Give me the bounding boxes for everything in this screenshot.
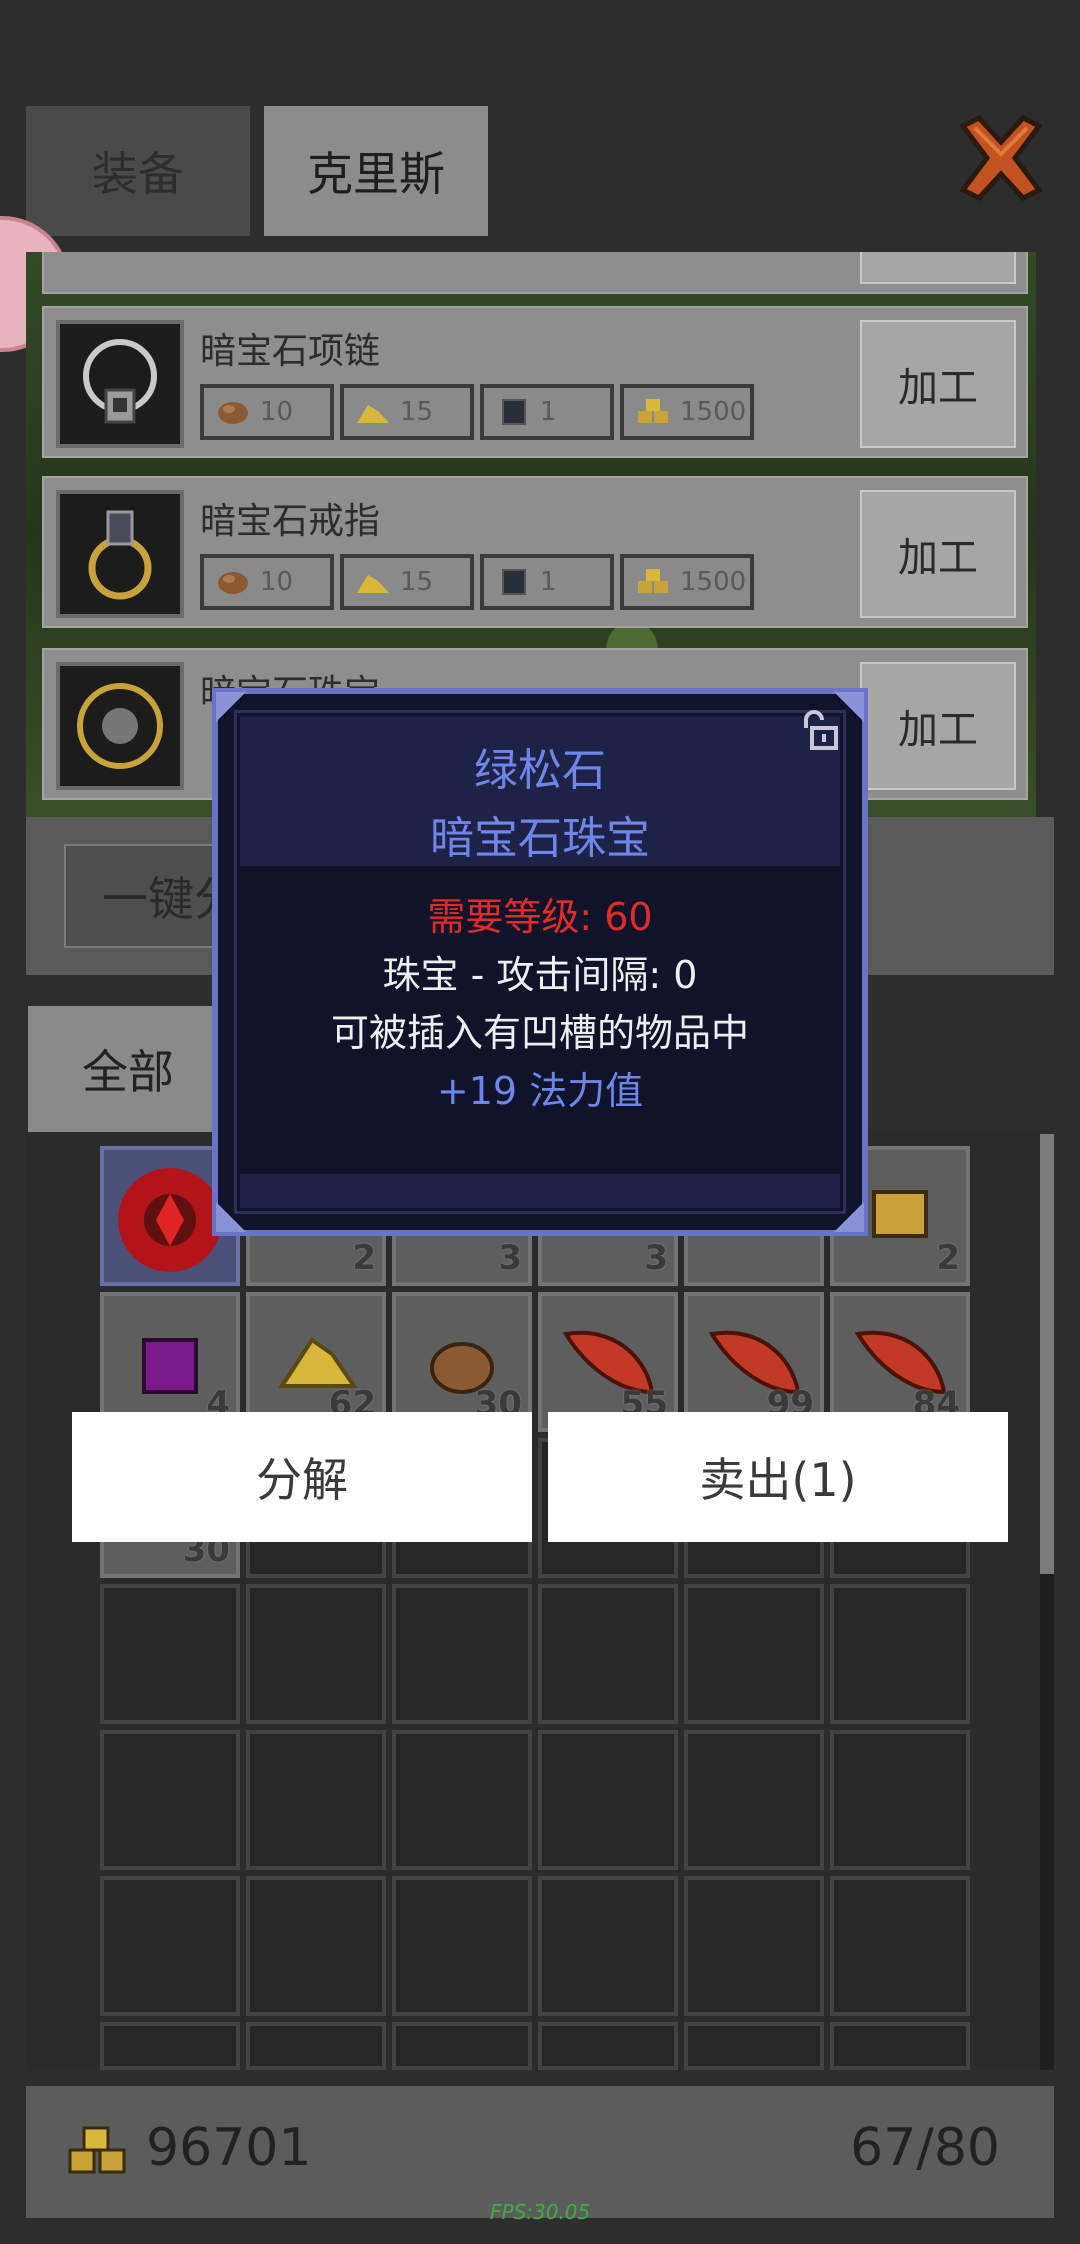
level-requirement: 需要等级: 60: [427, 895, 653, 939]
corner-ornament-icon: [216, 1202, 246, 1232]
sell-button[interactable]: 卖出(1): [548, 1412, 1008, 1542]
close-x-icon[interactable]: [955, 112, 1047, 204]
tab-chris[interactable]: 克里斯: [264, 106, 488, 236]
inventory-slot[interactable]: 55: [538, 1292, 678, 1432]
dark-gem-icon: [502, 399, 526, 425]
corner-ornament-icon: [834, 1202, 864, 1232]
inventory-slot-empty[interactable]: [100, 1876, 240, 2016]
inventory-slot-empty[interactable]: [538, 1730, 678, 1870]
material-ore: 10: [200, 384, 334, 440]
dark-gem-icon: [502, 569, 526, 595]
coin-stack-icon: [638, 399, 668, 423]
jewel-icon: [56, 662, 184, 790]
craft-button[interactable]: [860, 252, 1016, 284]
inventory-capacity: 67/80: [850, 2118, 1000, 2178]
recipe-name: 暗宝石项链: [200, 331, 381, 372]
craft-button[interactable]: 加工: [860, 662, 1016, 790]
item-tooltip: 绿松石 暗宝石珠宝 需要等级: 60 珠宝 - 攻击间隔: 0 可被插入有凹槽的…: [212, 688, 868, 1236]
inventory-slot[interactable]: 62: [246, 1292, 386, 1432]
coin-stack-icon: [68, 2126, 126, 2174]
inventory-slot[interactable]: 99: [684, 1292, 824, 1432]
gold-dust-icon: [357, 575, 389, 593]
ring-icon: [56, 490, 184, 618]
scrollbar-thumb[interactable]: [1040, 1134, 1054, 1574]
inventory-slot-empty[interactable]: [830, 2022, 970, 2070]
inventory-slot-empty[interactable]: [684, 1584, 824, 1724]
inventory-slot-empty[interactable]: [538, 2022, 678, 2070]
fps-counter: FPS:30.05: [490, 2200, 591, 2224]
material-ore: 10: [200, 554, 334, 610]
inventory-slot-empty[interactable]: [684, 1876, 824, 2016]
inventory-slot-empty[interactable]: [392, 1730, 532, 1870]
inventory-slot-empty[interactable]: [392, 1584, 532, 1724]
inventory-slot-empty[interactable]: [830, 1730, 970, 1870]
necklace-icon: [56, 320, 184, 448]
inventory-slot-empty[interactable]: [246, 2022, 386, 2070]
inventory-slot-empty[interactable]: [830, 1584, 970, 1724]
material-dark-gem: 1: [480, 554, 614, 610]
item-type: 暗宝石珠宝: [430, 813, 650, 864]
material-gold: 1500: [620, 554, 754, 610]
material-gold: 1500: [620, 384, 754, 440]
material-gold-dust: 15: [340, 384, 474, 440]
decompose-button[interactable]: 分解: [72, 1412, 532, 1542]
inventory-slot-empty[interactable]: [830, 1876, 970, 2016]
ore-icon: [218, 572, 248, 594]
ore-icon: [218, 402, 248, 424]
inventory-slot[interactable]: 84: [830, 1292, 970, 1432]
recipe-row: 暗宝石项链 10 15 1 1500 加工: [42, 306, 1028, 458]
inventory-slot-empty[interactable]: [538, 1876, 678, 2016]
inventory-slot-empty[interactable]: [100, 1584, 240, 1724]
inventory-slot-empty[interactable]: [392, 1876, 532, 2016]
recipe-row: 暗宝石戒指 10 15 1 1500 加工: [42, 476, 1028, 628]
inventory-slot-empty[interactable]: [684, 2022, 824, 2070]
recipe-name: 暗宝石戒指: [200, 501, 381, 542]
recipe-row-partial: [42, 252, 1028, 294]
gold-amount: 96701: [146, 2118, 312, 2178]
inventory-slot-empty[interactable]: [684, 1730, 824, 1870]
inventory-slot[interactable]: 30: [392, 1292, 532, 1432]
inventory-slot-empty[interactable]: [100, 2022, 240, 2070]
gold-dust-icon: [357, 405, 389, 423]
inventory-slot[interactable]: 4: [100, 1292, 240, 1432]
craft-button[interactable]: 加工: [860, 490, 1016, 618]
coin-stack-icon: [638, 569, 668, 593]
inventory-slot-empty[interactable]: [246, 1876, 386, 2016]
item-stat: 珠宝 - 攻击间隔: 0: [382, 953, 698, 997]
socket-info: 可被插入有凹槽的物品中: [330, 1011, 749, 1055]
item-name: 绿松石: [474, 745, 606, 796]
tab-all[interactable]: 全部: [28, 1006, 228, 1132]
inventory-slot-empty[interactable]: [100, 1730, 240, 1870]
inventory-slot-empty[interactable]: [392, 2022, 532, 2070]
craft-button[interactable]: 加工: [860, 320, 1016, 448]
inventory-slot-empty[interactable]: [246, 1730, 386, 1870]
material-dark-gem: 1: [480, 384, 614, 440]
mana-bonus: +19 法力值: [436, 1069, 644, 1113]
inventory-slot-empty[interactable]: [538, 1584, 678, 1724]
material-gold-dust: 15: [340, 554, 474, 610]
inventory-slot-empty[interactable]: [246, 1584, 386, 1724]
corner-ornament-icon: [216, 692, 246, 722]
